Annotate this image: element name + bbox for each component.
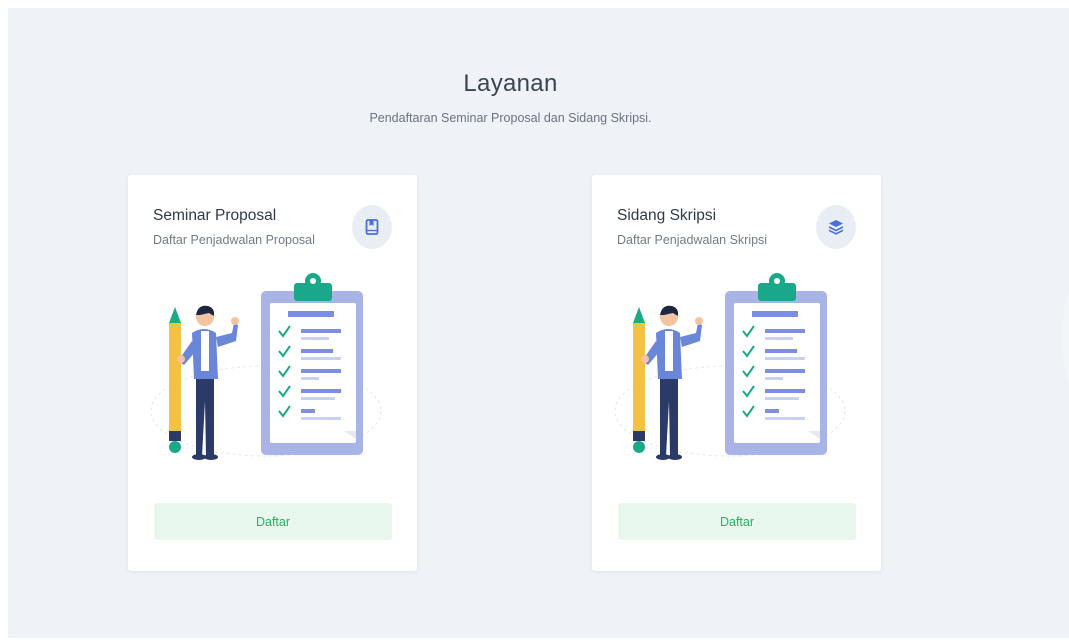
background-decoration [1062,278,1069,398]
card-title: Seminar Proposal [153,207,277,224]
daftar-button[interactable]: Daftar [618,503,856,540]
service-card-sidang-skripsi: Sidang Skripsi Daftar Penjadwalan Skrips… [592,175,881,571]
checklist-illustration [150,273,382,460]
card-title: Sidang Skripsi [617,207,717,224]
daftar-button[interactable]: Daftar [154,503,392,540]
card-subtitle: Daftar Penjadwalan Proposal [153,233,315,247]
checklist-illustration [614,273,846,460]
section-title: Layanan [463,70,558,97]
card-icon-badge [352,205,392,249]
book-icon [365,219,379,235]
service-card-seminar-proposal: Seminar Proposal Daftar Penjadwalan Prop… [128,175,417,571]
layers-icon [828,220,844,235]
section-subtitle: Pendaftaran Seminar Proposal dan Sidang … [369,111,652,125]
card-icon-badge [816,205,856,249]
card-subtitle: Daftar Penjadwalan Skripsi [617,233,768,247]
